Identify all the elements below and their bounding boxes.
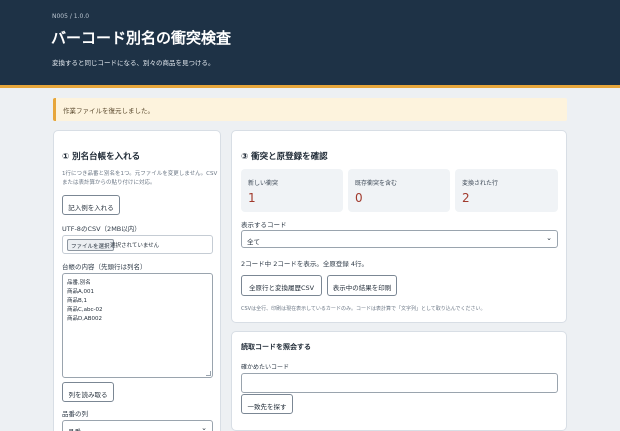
ledger-content-label: 台帳の内容（先頭行は列名） <box>62 263 147 271</box>
ledger-card-title: ① 別名台帳を入れる <box>62 152 141 162</box>
file-status: 選択されていません <box>110 243 160 249</box>
csv-file-label: UTF-8のCSV（2MB以内） <box>62 225 141 233</box>
find-match-button[interactable]: 一致先を探す <box>241 394 293 414</box>
results-card-title: ③ 衝突と原登録を確認 <box>241 152 328 162</box>
version-label: N005 / 1.0.0 <box>52 13 90 20</box>
resize-grip-icon[interactable] <box>206 371 211 376</box>
stat-label: 変換された行 <box>462 180 499 187</box>
stat-value: 1 <box>248 191 256 205</box>
ledger-help-line: 1行につき品番と別名を1つ。元ファイルを変更しません。CSV <box>62 171 218 177</box>
ledger-line: 品番,別名 <box>67 280 91 286</box>
ledger-line: 商品D,AB002 <box>67 316 103 322</box>
item-column-select[interactable]: 品番 ⌄ <box>62 420 213 431</box>
item-column-label: 品番の列 <box>62 410 88 418</box>
stat-existing-collisions: 既存衝突を含む 0 <box>348 169 450 212</box>
stat-label: 既存衝突を含む <box>355 180 398 187</box>
chevron-down-icon: ⌄ <box>546 234 552 242</box>
stat-label: 新しい衝突 <box>248 180 279 187</box>
ledger-textarea[interactable]: 品番,別名 商品A,001 商品B,1 商品C,abc-02 商品D,AB002 <box>62 273 213 378</box>
display-code-select[interactable]: 全て ⌄ <box>241 230 558 248</box>
display-code-label: 表示するコード <box>241 221 287 229</box>
stat-value: 0 <box>355 191 363 205</box>
csv-file-input[interactable]: ファイルを選択 選択されていません <box>62 235 213 254</box>
lookup-input-label: 確かめたいコード <box>241 364 290 371</box>
page-title: バーコード別名の衝突検査 <box>51 29 232 47</box>
stat-converted-rows: 変換された行 2 <box>455 169 558 212</box>
app-header: N005 / 1.0.0 バーコード別名の衝突検査 変換すると同じコードになる、… <box>0 0 620 88</box>
ledger-help-line: または表計算からの貼り付けに対応。 <box>62 180 156 186</box>
page-subtitle: 変換すると同じコードになる、別々の商品を見つける。 <box>52 59 215 67</box>
ledger-line: 商品C,abc-02 <box>67 307 103 313</box>
lookup-card-title: 読取コードを照会する <box>241 343 311 351</box>
choose-file-button[interactable]: ファイルを選択 <box>67 239 114 251</box>
stat-new-collisions: 新しい衝突 1 <box>241 169 343 212</box>
export-csv-button[interactable]: 全原行と変換履歴CSV <box>241 275 322 296</box>
restore-notice: 作業ファイルを復元しました。 <box>53 98 567 121</box>
ledger-help-text: 1行につき品番と別名を1つ。元ファイルを変更しません。CSV または表計算からの… <box>62 170 217 188</box>
results-summary: 2コード中 2コードを表示。全原登録 4行。 <box>241 260 369 268</box>
stat-value: 2 <box>462 191 470 205</box>
print-results-button[interactable]: 表示中の結果を印刷 <box>327 275 397 296</box>
ledger-line: 商品B,1 <box>67 298 88 304</box>
ledger-line: 商品A,001 <box>67 289 95 295</box>
insert-sample-button[interactable]: 記入例を入れる <box>62 195 120 215</box>
lookup-code-input[interactable] <box>241 373 558 393</box>
display-code-value: 全て <box>247 238 260 246</box>
export-note: CSVは全行、印刷は現在表示しているカードのみ。コードは表計算で「文字列」として… <box>241 306 486 312</box>
read-columns-button[interactable]: 列を読み取る <box>62 382 114 402</box>
chevron-down-icon: ⌄ <box>201 424 207 431</box>
